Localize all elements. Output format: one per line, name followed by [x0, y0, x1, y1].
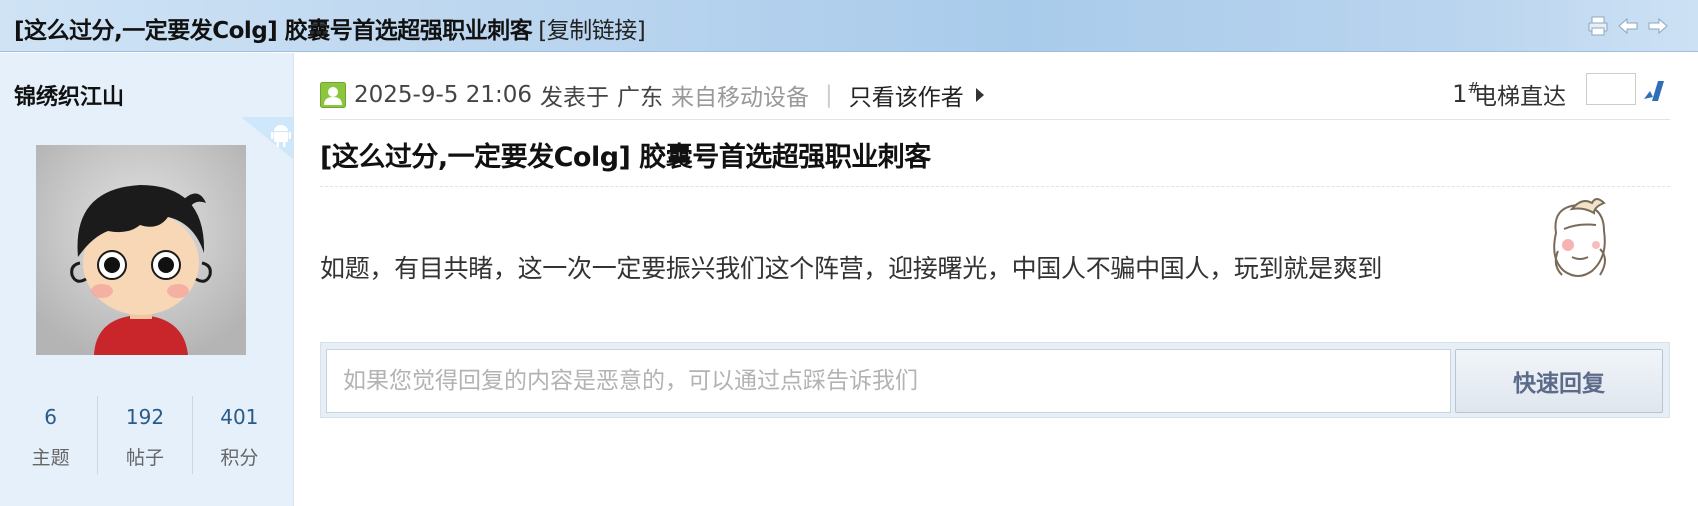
post-meta: 2025-9-5 21:06 发表于 广东 来自移动设备 | 只看该作者 1# …: [320, 73, 1670, 113]
floor-jump-input[interactable]: [1586, 73, 1636, 105]
shy-face-sticker-icon: [1553, 198, 1606, 277]
title-tools: [1586, 14, 1670, 38]
author-sidebar: 锦绣织江山 6 主题 192 帖子 401 积分: [0, 53, 294, 506]
title-divider: [320, 186, 1670, 187]
online-status-icon: [320, 82, 346, 108]
copy-link-button[interactable]: [复制链接]: [538, 18, 645, 44]
post-region: 广东: [617, 85, 663, 111]
stat-points-value: 401: [220, 405, 259, 429]
thread-title: [这么过分,一定要发Colg] 胶囊号首选超强职业刺客: [14, 18, 533, 44]
print-icon[interactable]: [1586, 14, 1610, 38]
quick-reply-input[interactable]: [326, 349, 1451, 413]
stat-points[interactable]: 401 积分: [193, 396, 286, 474]
post-main: 2025-9-5 21:06 发表于 广东 来自移动设备 | 只看该作者 1# …: [320, 53, 1670, 506]
prev-thread-icon[interactable]: [1616, 14, 1640, 38]
stat-threads[interactable]: 6 主题: [4, 396, 99, 474]
title-wrap: [这么过分,一定要发Colg] 胶囊号首选超强职业刺客 [复制链接]: [14, 11, 646, 45]
stat-points-label: 积分: [220, 447, 259, 469]
quick-reply-button[interactable]: 快速回复: [1455, 349, 1663, 413]
stat-posts-label: 帖子: [125, 447, 164, 469]
floor-jump-label: 电梯直达: [1474, 84, 1566, 110]
thread-title-bar: [这么过分,一定要发Colg] 胶囊号首选超强职业刺客 [复制链接]: [0, 0, 1698, 52]
quick-reply: 快速回复: [320, 342, 1670, 418]
meta-divider: [320, 119, 1670, 120]
stat-posts[interactable]: 192 帖子: [98, 396, 193, 474]
android-icon: [241, 117, 293, 159]
stat-threads-label: 主题: [31, 447, 70, 469]
floor-value: 1: [1452, 80, 1468, 108]
meta-separator: |: [825, 82, 833, 108]
post-body: 如题，有目共睹，这一次一定要振兴我们这个阵营，迎接曙光，中国人不骗中国人，玩到就…: [320, 254, 1383, 283]
stat-posts-value: 192: [125, 405, 165, 429]
author-name[interactable]: 锦绣织江山: [14, 79, 124, 111]
stat-threads-value: 6: [44, 405, 58, 429]
jump-go-icon[interactable]: [1640, 77, 1670, 107]
cartoon-boy-avatar-icon: [36, 145, 246, 355]
author-stats: 6 主题 192 帖子 401 积分: [4, 396, 286, 474]
posted-label: 发表于: [540, 85, 609, 111]
post-title: [这么过分,一定要发Colg] 胶囊号首选超强职业刺客: [320, 142, 931, 173]
mobile-device-link[interactable]: 来自移动设备: [671, 78, 809, 112]
post-date: 2025-9-5 21:06: [354, 82, 532, 108]
next-thread-icon[interactable]: [1646, 14, 1670, 38]
only-author-link[interactable]: 只看该作者: [849, 78, 964, 112]
avatar[interactable]: [36, 145, 246, 355]
triangle-right-icon[interactable]: [975, 88, 984, 102]
